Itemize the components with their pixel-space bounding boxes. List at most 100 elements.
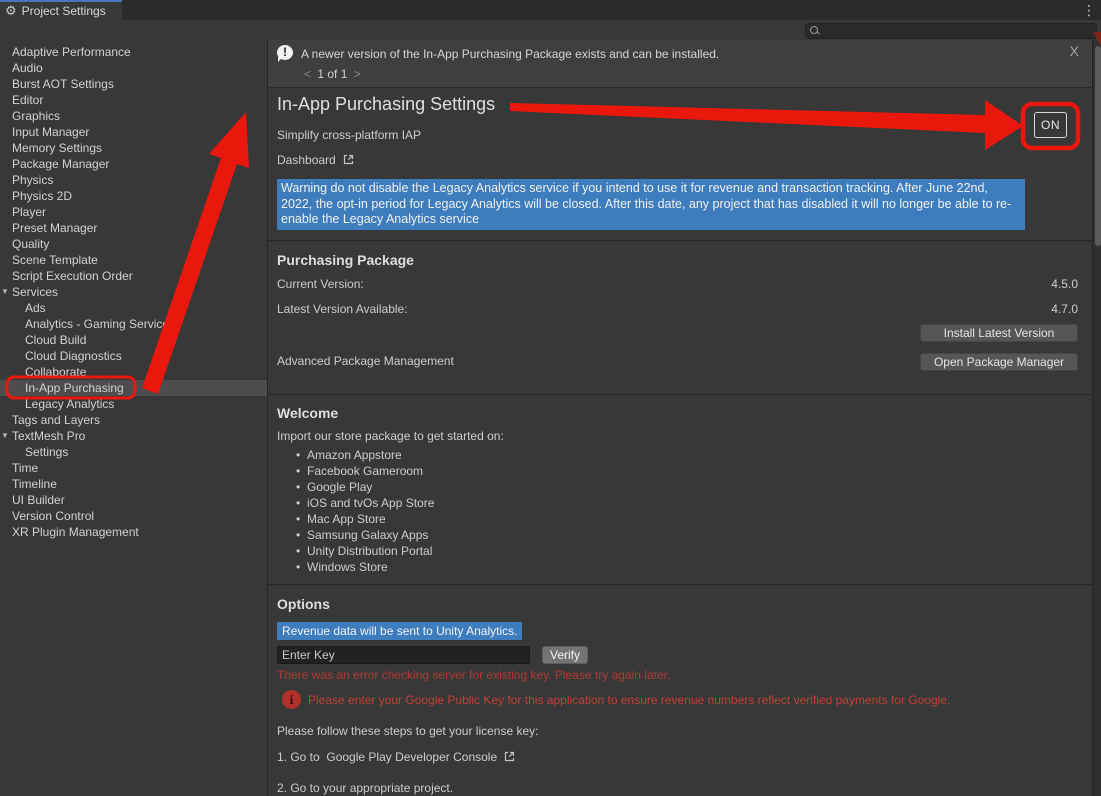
sidebar-item-input-manager[interactable]: Input Manager — [0, 124, 267, 140]
sidebar-item-services[interactable]: ▼Services — [0, 284, 267, 300]
options-heading: Options — [277, 596, 330, 612]
sidebar-item-label: Collaborate — [0, 364, 86, 380]
scrollbar-thumb[interactable] — [1095, 46, 1101, 246]
expander-icon[interactable]: ▼ — [1, 284, 9, 300]
sidebar-item-label: Player — [0, 204, 46, 220]
expander-icon[interactable]: ▼ — [1, 428, 9, 444]
sidebar-item-label: Script Execution Order — [0, 268, 133, 284]
sidebar-item-script-execution-order[interactable]: Script Execution Order — [0, 268, 267, 284]
sidebar-item-adaptive-performance[interactable]: Adaptive Performance — [0, 44, 267, 60]
sidebar-item-ui-builder[interactable]: UI Builder — [0, 492, 267, 508]
sidebar-item-physics-2d[interactable]: Physics 2D — [0, 188, 267, 204]
kebab-menu-icon[interactable]: ⋮ — [1082, 1, 1096, 19]
dashboard-label: Dashboard — [277, 153, 336, 167]
welcome-heading: Welcome — [277, 405, 338, 421]
current-version-value: 4.5.0 — [1051, 277, 1078, 291]
step-1: 1. Go to Google Play Developer Console — [277, 750, 516, 766]
sidebar-item-settings[interactable]: Settings — [0, 444, 267, 460]
window-title: Project Settings — [22, 4, 106, 18]
sidebar-item-quality[interactable]: Quality — [0, 236, 267, 252]
sidebar-item-version-control[interactable]: Version Control — [0, 508, 267, 524]
sidebar-item-collaborate[interactable]: Collaborate — [0, 364, 267, 380]
sidebar-item-cloud-build[interactable]: Cloud Build — [0, 332, 267, 348]
purchasing-package-heading: Purchasing Package — [277, 252, 414, 268]
latest-version-label: Latest Version Available: — [277, 302, 408, 316]
google-key-warning-text: Please enter your Google Public Key for … — [308, 693, 950, 707]
sidebar-item-timeline[interactable]: Timeline — [0, 476, 267, 492]
store-list-item: Facebook Gameroom — [296, 463, 434, 479]
main-panel: A newer version of the In-App Purchasing… — [268, 40, 1092, 796]
verify-button[interactable]: Verify — [542, 646, 588, 664]
sidebar-item-audio[interactable]: Audio — [0, 60, 267, 76]
install-latest-version-button[interactable]: Install Latest Version — [920, 324, 1078, 342]
external-link-icon — [342, 153, 355, 169]
service-on-toggle[interactable]: ON — [1034, 112, 1067, 138]
sidebar-item-label: Input Manager — [0, 124, 89, 140]
toolbar — [0, 20, 1101, 40]
sidebar-item-graphics[interactable]: Graphics — [0, 108, 267, 124]
alert-bubble-icon — [277, 45, 293, 60]
sidebar-item-burst-aot-settings[interactable]: Burst AOT Settings — [0, 76, 267, 92]
sidebar-item-label: Timeline — [0, 476, 57, 492]
close-icon[interactable]: X — [1070, 43, 1079, 59]
latest-version-value: 4.7.0 — [1051, 302, 1078, 316]
sidebar-item-label: UI Builder — [0, 492, 65, 508]
sidebar-item-package-manager[interactable]: Package Manager — [0, 156, 267, 172]
store-list: Amazon AppstoreFacebook GameroomGoogle P… — [296, 447, 434, 575]
pager-next-button[interactable]: > — [351, 67, 364, 81]
sidebar-item-label: Quality — [0, 236, 49, 252]
vertical-scrollbar[interactable] — [1092, 40, 1101, 796]
sidebar-item-preset-manager[interactable]: Preset Manager — [0, 220, 267, 236]
title-bar: ⚙ Project Settings ⋮ — [0, 0, 1101, 20]
sidebar-item-ads[interactable]: Ads — [0, 300, 267, 316]
open-package-manager-button[interactable]: Open Package Manager — [920, 353, 1078, 371]
sidebar-item-cloud-diagnostics[interactable]: Cloud Diagnostics — [0, 348, 267, 364]
sidebar-item-analytics-gaming-services[interactable]: Analytics - Gaming Services — [0, 316, 267, 332]
sidebar-item-textmesh-pro[interactable]: ▼TextMesh Pro — [0, 428, 267, 444]
sidebar-item-label: Graphics — [0, 108, 60, 124]
search-input[interactable] — [820, 24, 1096, 38]
sidebar-item-legacy-analytics[interactable]: Legacy Analytics — [0, 396, 267, 412]
sidebar-item-label: Cloud Diagnostics — [0, 348, 122, 364]
section-separator — [268, 584, 1092, 585]
sidebar-item-tags-and-layers[interactable]: Tags and Layers — [0, 412, 267, 428]
sidebar-item-in-app-purchasing[interactable]: In-App Purchasing — [0, 380, 267, 396]
subtitle: Simplify cross-platform IAP — [277, 128, 421, 142]
google-play-console-link[interactable]: Google Play Developer Console — [326, 750, 497, 764]
pager-label: 1 of 1 — [317, 67, 347, 81]
store-list-item: iOS and tvOs App Store — [296, 495, 434, 511]
google-key-input[interactable] — [277, 646, 530, 664]
sidebar-item-label: In-App Purchasing — [0, 380, 124, 396]
tab-project-settings[interactable]: ⚙ Project Settings — [0, 0, 122, 20]
search-icon — [810, 26, 820, 36]
gear-icon: ⚙ — [5, 2, 17, 20]
project-settings-window: ⚙ Project Settings ⋮ Adaptive Performanc… — [0, 0, 1101, 796]
sidebar-item-memory-settings[interactable]: Memory Settings — [0, 140, 267, 156]
sidebar-item-label: Analytics - Gaming Services — [0, 316, 175, 332]
sidebar-item-label: XR Plugin Management — [0, 524, 139, 540]
store-list-item: Samsung Galaxy Apps — [296, 527, 434, 543]
notification-pager: < 1 of 1 > — [301, 67, 364, 81]
legacy-analytics-warning: Warning do not disable the Legacy Analyt… — [277, 179, 1025, 230]
store-list-item: Windows Store — [296, 559, 434, 575]
step-2: 2. Go to your appropriate project. — [277, 781, 453, 795]
sidebar-item-physics[interactable]: Physics — [0, 172, 267, 188]
store-list-item: Unity Distribution Portal — [296, 543, 434, 559]
dashboard-link[interactable]: Dashboard — [277, 153, 355, 169]
sidebar-item-label: Preset Manager — [0, 220, 97, 236]
step-1-prefix: 1. Go to — [277, 750, 320, 764]
search-box[interactable] — [805, 23, 1097, 39]
sidebar-item-label: Scene Template — [0, 252, 98, 268]
sidebar-list: Adaptive PerformanceAudioBurst AOT Setti… — [0, 44, 267, 540]
sidebar-item-time[interactable]: Time — [0, 460, 267, 476]
sidebar-item-xr-plugin-management[interactable]: XR Plugin Management — [0, 524, 267, 540]
current-version-label: Current Version: — [277, 277, 364, 291]
sidebar-item-label: Audio — [0, 60, 43, 76]
external-link-icon — [503, 750, 516, 766]
sidebar-item-label: Editor — [0, 92, 43, 108]
pager-prev-button[interactable]: < — [301, 67, 314, 81]
sidebar-item-player[interactable]: Player — [0, 204, 267, 220]
sidebar-item-scene-template[interactable]: Scene Template — [0, 252, 267, 268]
sidebar-item-editor[interactable]: Editor — [0, 92, 267, 108]
sidebar-item-label: Adaptive Performance — [0, 44, 131, 60]
